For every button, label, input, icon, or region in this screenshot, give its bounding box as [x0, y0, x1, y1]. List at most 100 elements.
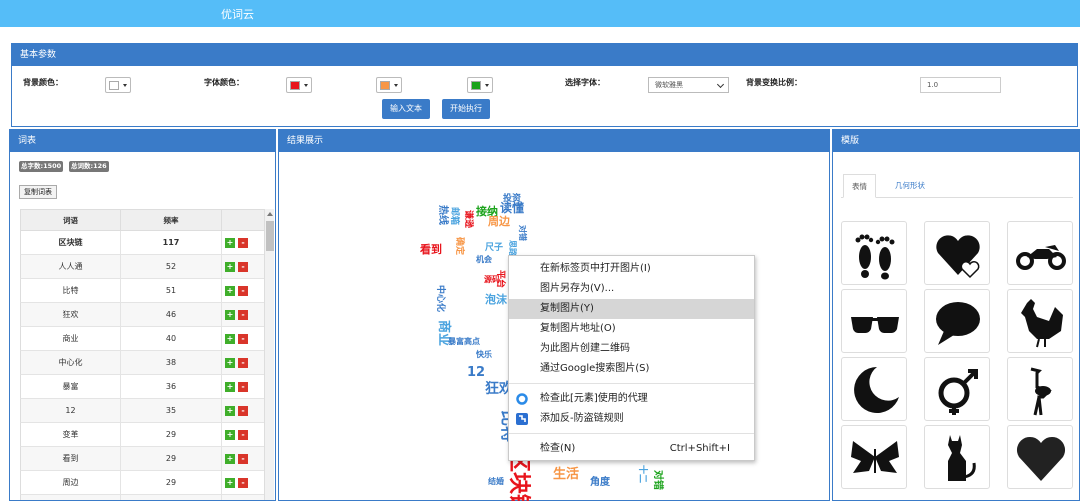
menu-save-image-as[interactable]: 图片另存为(V)... — [509, 279, 754, 299]
template-rooster[interactable] — [1007, 289, 1073, 353]
col-word-header[interactable]: 词语 — [21, 210, 121, 232]
total-words-badge: 总词数:126 — [69, 161, 109, 172]
freq-cell: 35 — [121, 399, 222, 423]
tab-geometry[interactable]: 几何形状 — [887, 174, 933, 198]
decrease-freq-button[interactable]: - — [238, 310, 248, 320]
footprints-icon — [855, 234, 895, 280]
font-color-picker-3[interactable] — [467, 77, 493, 93]
tab-emotion[interactable]: 表情 — [843, 174, 876, 198]
col-freq-header[interactable]: 频率 — [121, 210, 222, 232]
template-speech-bubble[interactable] — [924, 289, 990, 353]
table-row: 12 35 + - — [20, 399, 265, 423]
font-color-picker-1[interactable] — [286, 77, 312, 93]
increase-freq-button[interactable]: + — [225, 334, 235, 344]
table-row: 比特 51 + - — [20, 279, 265, 303]
template-sunglasses[interactable] — [841, 289, 907, 353]
basic-params-header: 基本参数 — [12, 44, 1077, 66]
heart-icon — [1016, 436, 1066, 481]
app-root: 优词云 基本参数 背景颜色： 字体颜色： 选择字体： 微软雅黑 背景变换比例： — [0, 0, 1080, 501]
increase-freq-button[interactable]: + — [225, 238, 235, 248]
decrease-freq-button[interactable]: - — [238, 334, 248, 344]
menu-add-anti-hotlink-rule[interactable]: 添加反-防盗链规则 — [509, 409, 754, 429]
wordlist-scrollbar[interactable] — [264, 209, 274, 500]
hearts-icon — [936, 235, 980, 279]
decrease-freq-button[interactable]: - — [238, 238, 248, 248]
template-tabs: 表情 几何形状 — [841, 174, 1073, 198]
basic-params-panel: 基本参数 背景颜色： 字体颜色： 选择字体： 微软雅黑 背景变换比例： 1.0 — [11, 43, 1078, 127]
chevron-down-icon — [716, 80, 725, 89]
menu-inspect[interactable]: 检查(N) Ctrl+Shift+I — [509, 439, 754, 459]
scrollbar-thumb[interactable] — [266, 221, 274, 251]
template-heron[interactable] — [1007, 357, 1073, 421]
decrease-freq-button[interactable]: - — [238, 478, 248, 488]
decrease-freq-button[interactable]: - — [238, 430, 248, 440]
template-crescent-moon[interactable] — [841, 357, 907, 421]
table-row: 区块链 117 + - — [20, 231, 265, 255]
increase-freq-button[interactable]: + — [225, 262, 235, 272]
increase-freq-button[interactable]: + — [225, 454, 235, 464]
menu-copy-image-address[interactable]: 复制图片地址(O) — [509, 319, 754, 339]
result-header: 结果展示 — [279, 130, 829, 152]
bg-color-picker[interactable] — [105, 77, 131, 93]
template-cat[interactable] — [924, 425, 990, 489]
wordlist-table-header: 词语 频率 — [20, 209, 265, 232]
template-butterfly[interactable] — [841, 425, 907, 489]
decrease-freq-button[interactable]: - — [238, 262, 248, 272]
menu-copy-image[interactable]: 复制图片(Y) — [509, 299, 754, 319]
freq-cell: 38 — [121, 351, 222, 375]
increase-freq-button[interactable]: + — [225, 286, 235, 296]
table-row: 商业 40 + - — [20, 327, 265, 351]
increase-freq-button[interactable]: + — [225, 358, 235, 368]
heron-icon — [1030, 367, 1052, 416]
template-heart[interactable] — [1007, 425, 1073, 489]
font-select[interactable]: 微软雅黑 — [648, 77, 729, 93]
freq-cell: 52 — [121, 255, 222, 279]
word-cell: 区块链 — [21, 231, 121, 255]
menu-inspect-proxy[interactable]: 检查此[元素]使用的代理 — [509, 389, 754, 409]
decrease-freq-button[interactable]: - — [238, 382, 248, 392]
template-gender-symbol[interactable] — [924, 357, 990, 421]
increase-freq-button[interactable]: + — [225, 382, 235, 392]
word-cell: 暴富 — [21, 375, 121, 399]
font-color-label: 字体颜色： — [204, 78, 244, 87]
table-row: 暴富 36 + - — [20, 375, 265, 399]
decrease-freq-button[interactable]: - — [238, 358, 248, 368]
increase-freq-button[interactable]: + — [225, 478, 235, 488]
font-color-swatch-green — [471, 81, 481, 90]
freq-cell: 29 — [121, 495, 222, 500]
menu-inspect-label: 检查(N) — [540, 443, 576, 454]
image-context-menu: 在新标签页中打开图片(I) 图片另存为(V)... 复制图片(Y) 复制图片地址… — [508, 255, 755, 461]
freq-cell: 29 — [121, 447, 222, 471]
rooster-icon — [1021, 299, 1063, 348]
increase-freq-button[interactable]: + — [225, 430, 235, 440]
increase-freq-button[interactable]: + — [225, 310, 235, 320]
freq-cell: 46 — [121, 303, 222, 327]
menu-search-google[interactable]: 通过Google搜索图片(S) — [509, 359, 754, 379]
word-cell: 人人通 — [21, 255, 121, 279]
increase-freq-button[interactable]: + — [225, 406, 235, 416]
freq-cell: 29 — [121, 471, 222, 495]
menu-create-qr-code[interactable]: 为此图片创建二维码 — [509, 339, 754, 359]
template-hearts[interactable] — [924, 221, 990, 285]
wordlist-panel: 词表 总字数:1500 总词数:126 复制词表 词语 频率 区块链 117 + - 人… — [9, 129, 276, 501]
menu-separator — [509, 383, 754, 384]
bg-ratio-input[interactable]: 1.0 — [920, 77, 1001, 93]
template-motorcycle[interactable] — [1007, 221, 1073, 285]
scroll-up-arrow-icon[interactable] — [267, 212, 273, 216]
input-text-button[interactable]: 输入文本 — [382, 99, 430, 119]
menu-open-image-new-tab[interactable]: 在新标签页中打开图片(I) — [509, 259, 754, 279]
menu-inspect-proxy-label: 检查此[元素]使用的代理 — [540, 393, 648, 404]
start-button[interactable]: 开始执行 — [442, 99, 490, 119]
decrease-freq-button[interactable]: - — [238, 406, 248, 416]
copy-wordlist-button[interactable]: 复制词表 — [19, 185, 57, 199]
font-color-picker-2[interactable] — [376, 77, 402, 93]
word-cell: 中心化 — [21, 351, 121, 375]
table-row: 狂欢 46 + - — [20, 303, 265, 327]
referer-extension-icon — [516, 413, 528, 425]
decrease-freq-button[interactable]: - — [238, 454, 248, 464]
sunglasses-icon — [851, 317, 899, 334]
gender-symbol-icon — [938, 369, 978, 415]
template-footprints[interactable] — [841, 221, 907, 285]
decrease-freq-button[interactable]: - — [238, 286, 248, 296]
caret-down-icon — [485, 84, 489, 87]
